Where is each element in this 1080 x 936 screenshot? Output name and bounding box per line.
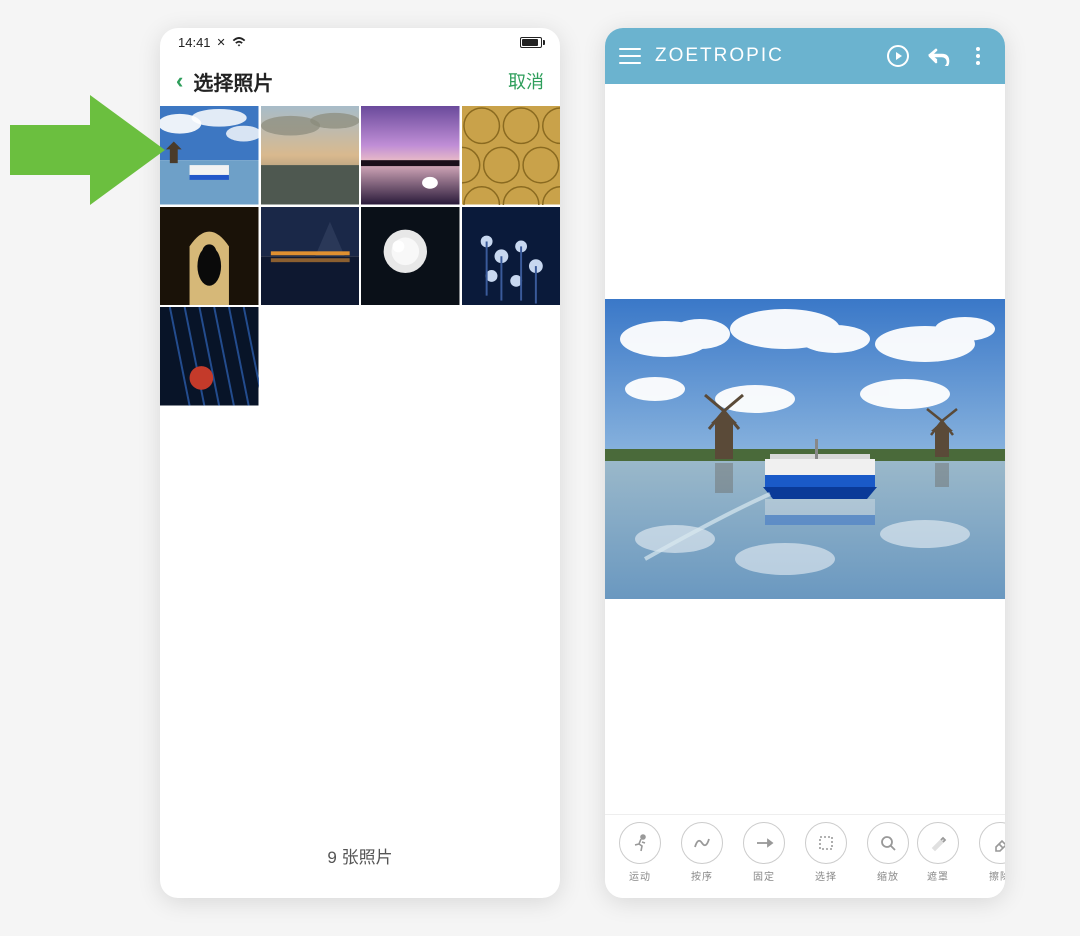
back-button[interactable]: ‹ (176, 70, 183, 92)
photo-thumb[interactable] (361, 106, 460, 205)
photo-thumb[interactable] (361, 207, 460, 306)
status-time: 14:41 (178, 35, 211, 50)
more-button[interactable] (965, 43, 991, 69)
tool-erase[interactable]: 擦除 (975, 822, 1005, 883)
play-button[interactable] (885, 43, 911, 69)
editor-canvas[interactable] (605, 84, 1005, 814)
photo-thumb[interactable] (160, 207, 259, 306)
photo-thumb[interactable] (462, 207, 561, 306)
tool-mask[interactable]: 遮罩 (913, 822, 963, 883)
tool-select[interactable]: 选择 (801, 822, 851, 883)
app-header: ZOETROPIC (605, 28, 1005, 84)
tool-motion[interactable]: 运动 (615, 822, 665, 883)
menu-button[interactable] (619, 48, 641, 64)
wifi-icon (232, 35, 246, 50)
mute-icon: ✕ (217, 36, 226, 49)
preview-image (605, 299, 1005, 599)
photo-picker-screen: 14:41 ✕ ‹ 选择照片 取消 (160, 28, 560, 898)
photo-thumb[interactable] (462, 106, 561, 205)
instruction-arrow-icon (10, 95, 165, 205)
status-bar: 14:41 ✕ (160, 28, 560, 56)
editor-toolbar: 运动 按序 固定 选择 缩放 遮罩 (605, 814, 1005, 898)
photo-count: 9 张照片 (160, 843, 560, 868)
battery-icon (520, 37, 542, 48)
app-title: ZOETROPIC (655, 45, 871, 67)
photo-thumb[interactable] (160, 307, 259, 406)
tool-order[interactable]: 按序 (677, 822, 727, 883)
photo-grid (160, 106, 560, 406)
cancel-button[interactable]: 取消 (508, 68, 544, 94)
zoetropic-editor-screen: ZOETROPIC (605, 28, 1005, 898)
photo-thumb[interactable] (261, 106, 360, 205)
undo-button[interactable] (925, 43, 951, 69)
tool-fixed[interactable]: 固定 (739, 822, 789, 883)
nav-header: ‹ 选择照片 取消 (160, 56, 560, 106)
page-title: 选择照片 (193, 67, 273, 96)
tool-zoom[interactable]: 缩放 (863, 822, 913, 883)
photo-thumb[interactable] (160, 106, 259, 205)
photo-thumb[interactable] (261, 207, 360, 306)
